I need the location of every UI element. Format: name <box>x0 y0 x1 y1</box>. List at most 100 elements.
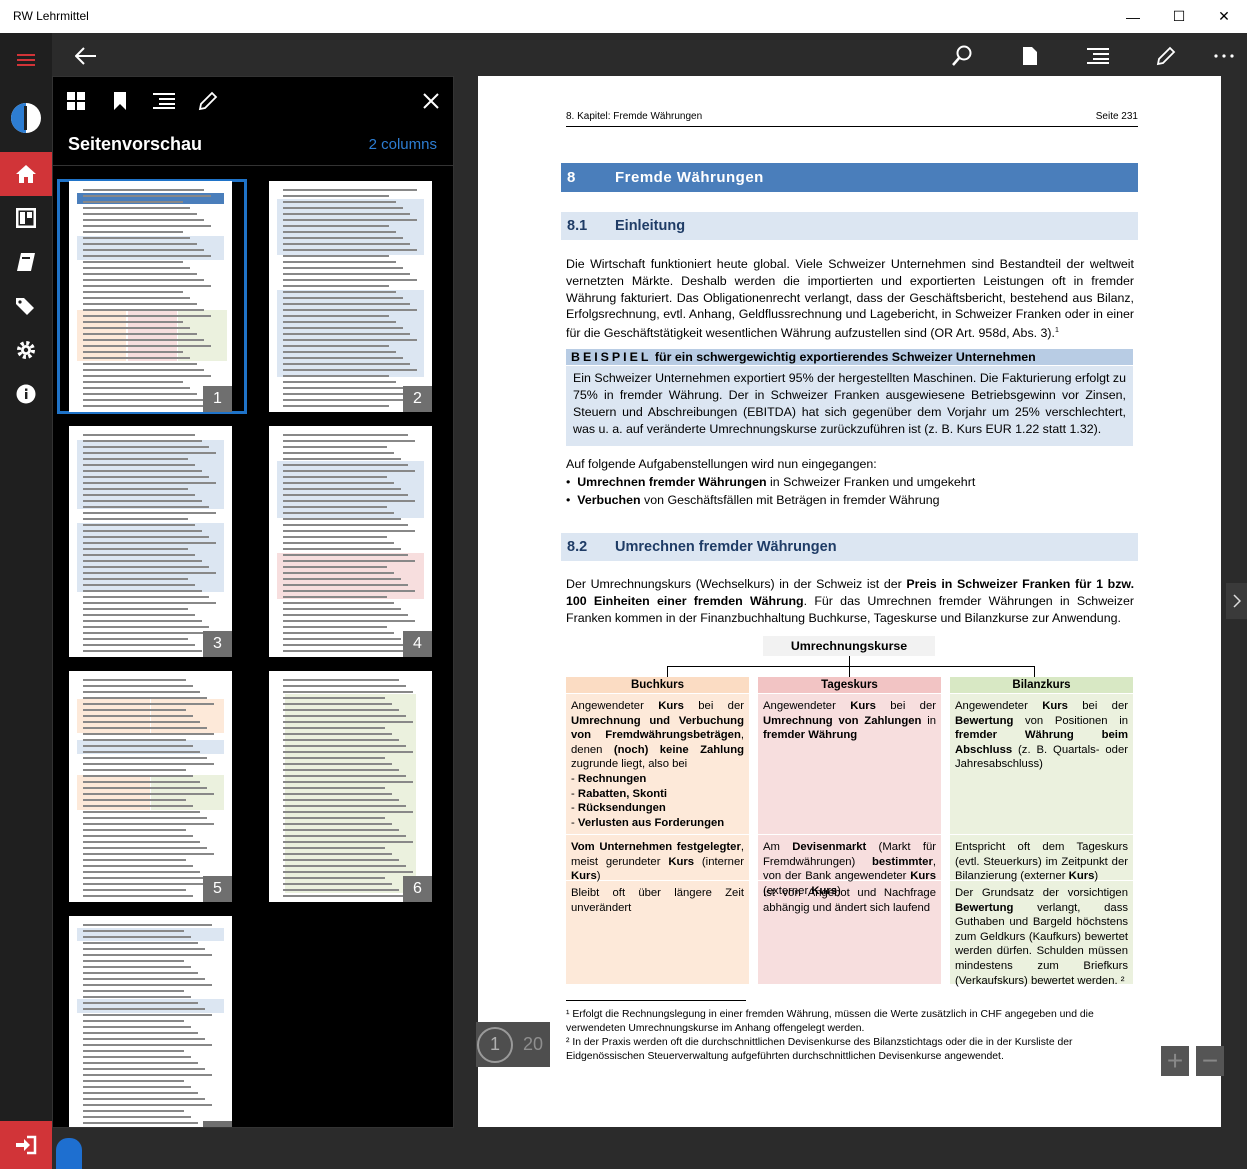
thumbnail-text-line <box>83 387 190 389</box>
back-arrow-icon[interactable] <box>62 33 110 79</box>
section-title: Einleitung <box>615 218 686 234</box>
thumbnail-text-line <box>83 930 184 932</box>
tasks-intro: Auf folgende Aufgabenstellungen wird nun… <box>566 457 877 471</box>
thumbnail-text-line <box>83 841 200 843</box>
thumbnail-text-line <box>83 984 212 986</box>
footnote-2: ² In der Praxis werden oft die durchschn… <box>566 1037 1073 1062</box>
thumbnail-text-line <box>83 542 216 544</box>
diagram-title: Umrechnungskurse <box>763 636 935 656</box>
table-of-contents-icon[interactable] <box>1074 33 1122 79</box>
thumbnail-text-line <box>83 650 202 652</box>
page-thumbnail[interactable]: 2 <box>269 181 432 412</box>
thumbnail-text-line <box>283 853 392 855</box>
home-icon[interactable] <box>0 152 52 196</box>
thumbnail-text-line <box>83 697 207 699</box>
close-window-button[interactable]: ✕ <box>1201 0 1247 33</box>
thumbnail-text-line <box>83 339 204 341</box>
thumbnail-text-line <box>283 369 417 371</box>
thumbnail-text-line <box>83 578 188 580</box>
minimize-button[interactable]: — <box>1110 0 1156 33</box>
thumbnail-text-line <box>83 721 200 723</box>
zoom-in-button[interactable]: + <box>1161 1045 1189 1076</box>
thumbnail-text-line <box>83 225 211 227</box>
thumbnail-text-line <box>83 1056 191 1058</box>
thumbnail-text-line <box>83 321 183 323</box>
document-page: 8. Kapitel: Fremde Währungen Seite 231 8… <box>478 76 1221 1127</box>
thumbnail-text-line <box>83 536 209 538</box>
thumbnail-text-line <box>83 757 207 759</box>
rate-column-cell: Der Grundsatz der vorsichtigen Bewertung… <box>950 880 1133 987</box>
thumbnail-text-line <box>83 596 209 598</box>
thumbnail-text-line <box>83 978 205 980</box>
section-title: Umrechnen fremder Währungen <box>615 539 837 555</box>
thumbnail-text-line <box>83 703 214 705</box>
tags-icon[interactable] <box>0 284 52 328</box>
thumbnail-text-line <box>83 1038 205 1040</box>
info-icon[interactable] <box>0 372 52 416</box>
rate-column-cell: Vom Unternehmen festgelegter, meist geru… <box>566 834 749 882</box>
thumbnail-text-line <box>83 213 197 215</box>
thumbnail-text-line <box>283 739 399 741</box>
thumbnail-text-line <box>83 440 202 442</box>
thumbnail-text-line <box>83 249 204 251</box>
scroll-handle[interactable] <box>56 1138 82 1169</box>
outline-list-icon[interactable] <box>146 83 182 119</box>
thumbnail-text-line <box>283 841 413 843</box>
thumbnail-text-line <box>83 787 207 789</box>
thumbnail-text-line <box>283 195 389 197</box>
thumbnail-text-line <box>83 255 211 257</box>
thumbnail-text-line <box>283 650 415 652</box>
next-page-chevron-icon[interactable] <box>1226 583 1247 619</box>
thumbnail-text-line <box>83 237 190 239</box>
board-icon[interactable] <box>0 196 52 240</box>
thumbnail-text-line <box>83 1122 198 1124</box>
maximize-button[interactable]: ☐ <box>1156 0 1202 33</box>
thumbnail-text-line <box>283 255 389 257</box>
top-toolbar <box>52 33 1247 79</box>
thumbnail-text-line <box>283 745 406 747</box>
settings-gear-icon[interactable] <box>0 328 52 372</box>
thumbnail-text-line <box>283 703 392 705</box>
thumbnail-text-line <box>83 799 186 801</box>
page-thumbnail[interactable]: 5 <box>69 671 232 902</box>
columns-toggle[interactable]: 2 columns <box>369 136 437 153</box>
rate-column-heading: Tageskurs <box>758 677 941 693</box>
logout-icon[interactable] <box>0 1121 52 1169</box>
thumbnail-text-line <box>283 207 403 209</box>
books-icon[interactable] <box>0 240 52 284</box>
page-thumbnail[interactable]: 3 <box>69 426 232 657</box>
thumbnails-grid-icon[interactable] <box>58 83 94 119</box>
annotate-pencil-icon[interactable] <box>1142 33 1190 79</box>
thumbnail-text-line <box>83 530 202 532</box>
zoom-out-button[interactable]: − <box>1196 1045 1224 1076</box>
diagram-connector <box>667 666 1034 667</box>
thumbnail-text-line <box>83 279 204 281</box>
page-number-label: Seite 231 <box>1095 111 1138 122</box>
thumbnail-text-line <box>283 644 408 646</box>
more-options-icon[interactable] <box>1200 33 1247 79</box>
page-thumbnail[interactable]: 7 <box>69 916 232 1127</box>
thumbnail-text-line <box>83 363 197 365</box>
thumbnail-text-line <box>83 452 216 454</box>
page-thumbnail[interactable]: 4 <box>269 426 432 657</box>
thumbnail-text-line <box>83 871 200 873</box>
reader-avatar-icon[interactable] <box>0 96 52 140</box>
thumbnail-text-line <box>83 1008 205 1010</box>
thumbnail-text-line <box>83 942 198 944</box>
annotations-pencil-icon[interactable] <box>190 83 226 119</box>
page-thumbnail[interactable]: 6 <box>269 671 432 902</box>
thumbnail-text-line <box>283 608 401 610</box>
search-icon[interactable] <box>938 33 986 79</box>
thumbnail-text-line <box>283 291 396 293</box>
menu-icon[interactable] <box>0 38 52 82</box>
panel-divider <box>53 165 453 166</box>
page-icon[interactable] <box>1006 33 1054 79</box>
bookmark-icon[interactable] <box>102 83 138 119</box>
thumbnail-text-line <box>283 721 413 723</box>
thumbnail-text-line <box>83 638 188 640</box>
thumbnail-text-line <box>283 512 394 514</box>
thumbnail-text-line <box>83 315 211 317</box>
close-panel-icon[interactable] <box>413 83 449 119</box>
current-page-badge[interactable]: 1 <box>477 1026 513 1063</box>
page-thumbnail[interactable]: 1 <box>69 181 232 412</box>
